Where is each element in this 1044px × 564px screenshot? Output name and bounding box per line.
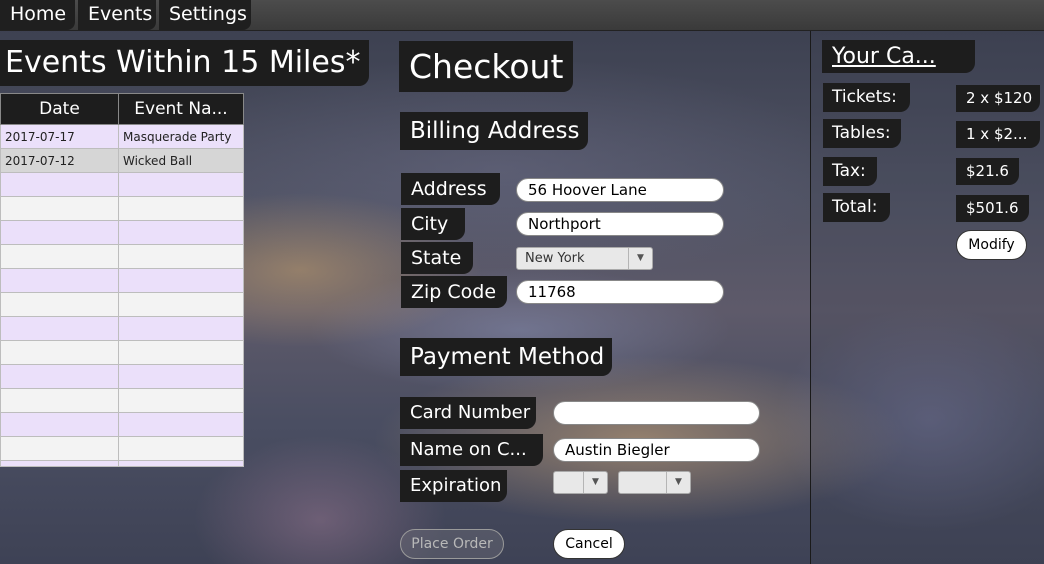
city-field[interactable] <box>516 212 724 236</box>
event-name-cell: Wicked Ball <box>118 148 244 173</box>
event-date-cell: 2017-07-12 <box>0 148 119 173</box>
city-label: City <box>401 208 465 240</box>
zip-code-label: Zip Code <box>401 276 507 308</box>
name-on-card-field[interactable] <box>553 438 760 462</box>
empty-table-row <box>0 196 244 221</box>
empty-table-row <box>0 172 244 197</box>
event-name-cell: Masquerade Party <box>118 124 244 149</box>
modify-cart-button[interactable]: Modify <box>956 230 1027 260</box>
name-on-card-label: Name on C... <box>400 434 543 466</box>
empty-table-row <box>0 220 244 245</box>
event-name-column-header[interactable]: Event Na... <box>118 93 244 125</box>
nav-settings-tab[interactable]: Settings <box>159 0 251 30</box>
empty-table-row <box>0 364 244 389</box>
empty-table-row <box>0 340 244 365</box>
card-number-label: Card Number <box>400 397 536 429</box>
cancel-button[interactable]: Cancel <box>553 529 625 559</box>
tax-label: Tax: <box>823 157 877 186</box>
card-number-field[interactable] <box>553 401 760 425</box>
empty-table-row <box>0 292 244 317</box>
cart-title: Your Ca... <box>822 40 975 73</box>
expiration-year-select[interactable]: ▼ <box>618 471 691 494</box>
empty-table-row <box>0 460 244 467</box>
empty-table-row <box>0 388 244 413</box>
empty-table-row <box>0 268 244 293</box>
chevron-down-icon: ▼ <box>583 472 607 493</box>
zip-code-field[interactable] <box>516 280 724 304</box>
tax-value: $21.6 <box>956 158 1019 185</box>
top-nav-bar: Home Events Settings <box>0 0 1044 31</box>
empty-table-row <box>0 412 244 437</box>
state-select[interactable]: New York ▼ <box>516 247 653 270</box>
total-label: Total: <box>823 193 890 222</box>
chevron-down-icon: ▼ <box>666 472 690 493</box>
place-order-button[interactable]: Place Order <box>400 529 504 559</box>
table-row[interactable]: 2017-07-12 Wicked Ball <box>0 148 244 173</box>
empty-table-row <box>0 436 244 461</box>
tickets-label: Tickets: <box>823 83 910 112</box>
event-date-cell: 2017-07-17 <box>0 124 119 149</box>
events-table: Date Event Na... 2017-07-17 Masquerade P… <box>0 93 244 467</box>
tables-value: 1 x $2... <box>956 121 1040 148</box>
total-value: $501.6 <box>956 195 1029 222</box>
state-selected-value: New York <box>525 251 585 266</box>
address-label: Address <box>401 173 500 205</box>
state-label: State <box>401 242 473 274</box>
nav-home-tab[interactable]: Home <box>0 0 75 30</box>
empty-table-row <box>0 316 244 341</box>
tables-label: Tables: <box>823 119 901 148</box>
address-field[interactable] <box>516 178 724 202</box>
payment-method-heading: Payment Method <box>400 338 612 376</box>
nav-events-tab[interactable]: Events <box>78 0 156 30</box>
date-column-header[interactable]: Date <box>0 93 119 125</box>
chevron-down-icon: ▼ <box>628 248 652 269</box>
empty-table-row <box>0 244 244 269</box>
checkout-title: Checkout <box>399 41 573 92</box>
table-row[interactable]: 2017-07-17 Masquerade Party <box>0 124 244 149</box>
expiration-month-select[interactable]: ▼ <box>553 471 608 494</box>
events-panel-title: Events Within 15 Miles* <box>0 40 369 86</box>
tickets-value: 2 x $120 <box>956 85 1040 112</box>
expiration-label: Expiration <box>400 470 507 502</box>
billing-address-heading: Billing Address <box>400 112 588 150</box>
